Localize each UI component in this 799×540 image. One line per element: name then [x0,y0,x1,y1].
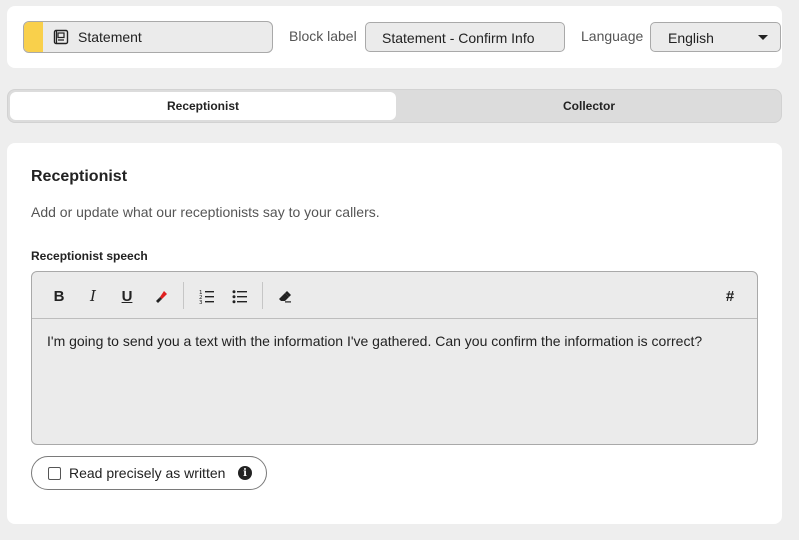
marker-icon [156,291,167,303]
tab-collector[interactable]: Collector [396,92,782,120]
highlight-button[interactable] [150,285,172,307]
block-label-input[interactable]: Statement - Confirm Info [365,22,565,52]
language-selected-value: English [668,30,714,46]
insert-variable-button[interactable]: # [719,285,741,307]
numbered-list-icon: 1 2 3 [199,290,214,304]
language-caption: Language [581,28,644,44]
read-precisely-checkbox[interactable] [48,467,61,480]
block-type-label: Statement [78,29,142,45]
receptionist-panel: Receptionist Add or update what our rece… [7,143,782,524]
speech-editor[interactable]: B I U 1 2 3 # I'm going to send you a te… [31,271,758,445]
top-bar: Statement Block label Statement - Confir… [7,6,782,68]
language-select[interactable]: English [650,22,781,52]
speech-label: Receptionist speech [31,249,148,263]
section-description: Add or update what our receptionists say… [31,204,380,220]
underline-button[interactable]: U [116,285,138,307]
tab-receptionist[interactable]: Receptionist [10,92,396,120]
block-type-color-strip [24,22,43,52]
toolbar-divider [183,282,184,309]
book-icon [53,29,69,45]
clear-format-button[interactable] [274,285,296,307]
read-precisely-toggle[interactable]: Read precisely as written i [31,456,267,490]
eraser-icon [279,291,291,303]
editor-toolbar: B I U 1 2 3 # [32,272,757,319]
bullet-list-button[interactable] [229,285,251,307]
bullet-list-icon [232,290,247,304]
section-title: Receptionist [31,168,128,185]
tab-bar: Receptionist Collector [7,89,782,123]
toolbar-divider [262,282,263,309]
italic-button[interactable]: I [82,285,104,307]
info-icon[interactable]: i [238,466,252,480]
ordered-list-button[interactable]: 1 2 3 [196,285,218,307]
speech-text[interactable]: I'm going to send you a text with the in… [47,332,747,350]
chevron-down-icon [758,35,768,40]
svg-text:3: 3 [199,300,203,304]
bold-button[interactable]: B [48,285,70,307]
read-precisely-label: Read precisely as written [69,465,226,481]
block-type-selector[interactable]: Statement [23,21,273,53]
block-label-caption: Block label [289,28,357,44]
